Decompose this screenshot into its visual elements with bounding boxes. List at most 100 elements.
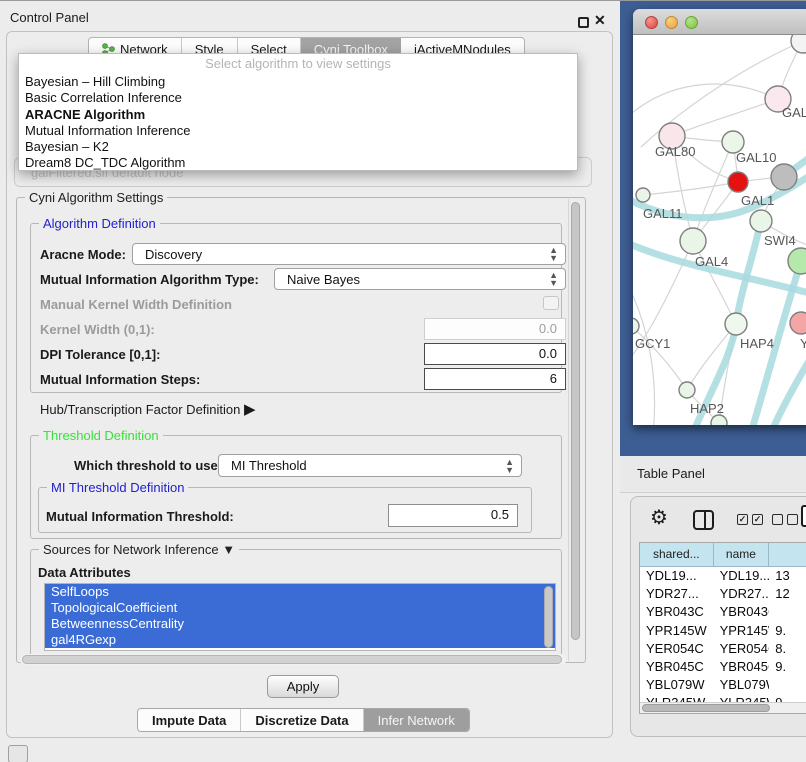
table-row[interactable]: YDR27...YDR27...12 xyxy=(640,585,806,603)
close-panel-icon[interactable]: ✕ xyxy=(594,12,606,29)
cyni-settings-group-title: Cyni Algorithm Settings xyxy=(25,190,167,205)
algorithm-option[interactable]: Dream8 DC_TDC Algorithm xyxy=(19,155,577,171)
desktop-background: GALGAL80GAL10GAL1SWI4GAL11GAL4GCY1HAP4YH… xyxy=(620,1,806,457)
scrollbar-thumb[interactable] xyxy=(571,202,580,640)
attribute-item[interactable]: TopologicalCoefficient xyxy=(45,600,555,616)
network-node-hap4[interactable] xyxy=(725,313,747,335)
network-node[interactable] xyxy=(791,35,806,53)
settings-horizontal-scrollbar[interactable] xyxy=(20,654,566,665)
tab-impute-data[interactable]: Impute Data xyxy=(138,709,241,731)
table-panel-body: ⚙ ✓✓ shared... name YDL19...YDL19...13 Y… xyxy=(630,496,806,737)
unchecked-checkboxes-icon[interactable] xyxy=(772,514,798,525)
mi-threshold-field[interactable]: 0.5 xyxy=(388,504,518,527)
checked-checkboxes-icon[interactable]: ✓✓ xyxy=(737,514,763,525)
combo-stepper-icon: ▲▼ xyxy=(549,271,558,287)
zoom-traffic-light[interactable] xyxy=(685,16,698,29)
table-header-row: shared... name xyxy=(640,543,806,567)
list-vertical-scrollbar[interactable] xyxy=(544,586,553,648)
table-row[interactable]: YBR043CYBR043C xyxy=(640,603,806,621)
network-canvas[interactable]: GALGAL80GAL10GAL1SWI4GAL11GAL4GCY1HAP4YH… xyxy=(633,35,806,425)
network-node-label: GAL xyxy=(782,105,806,120)
network-view-window[interactable]: GALGAL80GAL10GAL1SWI4GAL11GAL4GCY1HAP4YH… xyxy=(633,9,806,425)
close-traffic-light[interactable] xyxy=(645,16,658,29)
manual-kernel-label: Manual Kernel Width Definition xyxy=(40,297,232,312)
combo-stepper-icon: ▲▼ xyxy=(505,458,514,474)
network-node-label: GAL80 xyxy=(655,144,695,159)
data-attributes-label: Data Attributes xyxy=(38,565,131,580)
network-node-gal11[interactable] xyxy=(636,188,650,202)
expand-right-icon: ▶ xyxy=(244,401,256,418)
column-header-cut[interactable] xyxy=(769,543,806,566)
node-table: shared... name YDL19...YDL19...13 YDR27.… xyxy=(639,542,806,714)
column-header-name[interactable]: name xyxy=(714,543,770,566)
sources-group-title[interactable]: Sources for Network Inference ▼ xyxy=(39,542,239,557)
mi-steps-field[interactable]: 6 xyxy=(424,368,566,390)
minimize-traffic-light[interactable] xyxy=(665,16,678,29)
table-row[interactable]: YPR145WYPR145W9. xyxy=(640,622,806,640)
tab-discretize-data[interactable]: Discretize Data xyxy=(241,709,363,731)
collapse-down-icon: ▼ xyxy=(222,542,235,557)
dpi-tolerance-field[interactable]: 0.0 xyxy=(424,343,566,365)
apply-button[interactable]: Apply xyxy=(267,675,339,698)
table-horizontal-scrollbar[interactable] xyxy=(640,702,806,713)
network-node[interactable] xyxy=(711,415,727,425)
network-edge xyxy=(633,84,778,123)
hub-definition-toggle[interactable]: Hub/Transcription Factor Definition ▶ xyxy=(40,400,256,418)
network-window-titlebar[interactable] xyxy=(633,9,806,35)
network-node-swi4[interactable] xyxy=(750,210,772,232)
cytoscape-workspace: Control Panel ✕ Network Style Select Cyn… xyxy=(0,0,806,762)
algorithm-option[interactable]: Basic Correlation Inference xyxy=(19,90,577,106)
tab-infer-network[interactable]: Infer Network xyxy=(364,709,469,731)
network-node-label: GAL10 xyxy=(736,150,776,165)
which-threshold-combobox[interactable]: MI Threshold ▲▼ xyxy=(218,454,522,477)
table-row[interactable]: YBL079WYBL079W xyxy=(640,676,806,694)
network-node-label: GAL4 xyxy=(695,254,728,269)
network-node-hap2[interactable] xyxy=(679,382,695,398)
network-node[interactable] xyxy=(788,248,806,274)
network-edge xyxy=(633,280,655,425)
aracne-mode-combobox[interactable]: Discovery ▲▼ xyxy=(132,243,566,265)
attribute-item[interactable]: gal4RGexp xyxy=(45,632,555,648)
network-graph[interactable]: GALGAL80GAL10GAL1SWI4GAL11GAL4GCY1HAP4YH… xyxy=(633,35,806,425)
table-row[interactable]: YER054CYER054C8. xyxy=(640,640,806,658)
manual-kernel-checkbox[interactable] xyxy=(543,296,559,310)
table-row[interactable]: YBR045CYBR045C9. xyxy=(640,658,806,676)
dpi-tolerance-label: DPI Tolerance [0,1]: xyxy=(40,347,160,362)
algorithm-dropdown-placeholder: Select algorithm to view settings xyxy=(19,54,577,74)
network-node-label: GAL1 xyxy=(741,193,774,208)
network-node-gal4[interactable] xyxy=(680,228,706,254)
gear-icon[interactable]: ⚙ xyxy=(650,507,668,529)
kernel-width-label: Kernel Width (0,1): xyxy=(40,322,155,337)
algorithm-definition-title: Algorithm Definition xyxy=(39,216,160,231)
attribute-item[interactable]: BetweennessCentrality xyxy=(45,616,555,632)
mi-type-combobox[interactable]: Naive Bayes ▲▼ xyxy=(274,268,566,290)
table-row[interactable]: YDL19...YDL19...13 xyxy=(640,567,806,585)
mi-type-label: Mutual Information Algorithm Type: xyxy=(40,272,259,287)
algorithm-option-highlighted[interactable]: ARACNE Algorithm xyxy=(19,107,577,123)
float-panel-icon[interactable] xyxy=(578,17,589,28)
aracne-mode-label: Aracne Mode: xyxy=(40,247,126,262)
network-node-gal1[interactable] xyxy=(728,172,748,192)
network-node-label: Y xyxy=(800,336,806,351)
combo-stepper-icon: ▲▼ xyxy=(549,246,558,262)
scrollbar-thumb[interactable] xyxy=(22,655,562,664)
network-node-label: GCY1 xyxy=(635,336,670,351)
network-node[interactable] xyxy=(771,164,797,190)
page-icon[interactable] xyxy=(801,505,806,527)
algorithm-option[interactable]: Bayesian – K2 xyxy=(19,139,577,155)
algorithm-option[interactable]: Mutual Information Inference xyxy=(19,123,577,139)
algorithm-option[interactable]: Bayesian – Hill Climbing xyxy=(19,74,577,90)
network-node-y[interactable] xyxy=(790,312,806,334)
mi-steps-label: Mutual Information Steps: xyxy=(40,372,200,387)
network-edge xyxy=(693,142,733,241)
settings-vertical-scrollbar[interactable] xyxy=(568,199,581,661)
attribute-item[interactable]: SelfLoops xyxy=(45,584,555,600)
bottom-tabstrip: Impute Data Discretize Data Infer Networ… xyxy=(137,708,470,732)
restore-panel-icon[interactable] xyxy=(8,745,28,762)
kernel-width-field[interactable]: 0.0 xyxy=(424,318,566,340)
column-header-shared[interactable]: shared... xyxy=(640,543,714,566)
network-edge xyxy=(672,99,778,136)
columns-icon[interactable] xyxy=(693,510,714,530)
table-panel-header: Table Panel xyxy=(620,456,806,493)
scrollbar-thumb[interactable] xyxy=(642,704,770,712)
